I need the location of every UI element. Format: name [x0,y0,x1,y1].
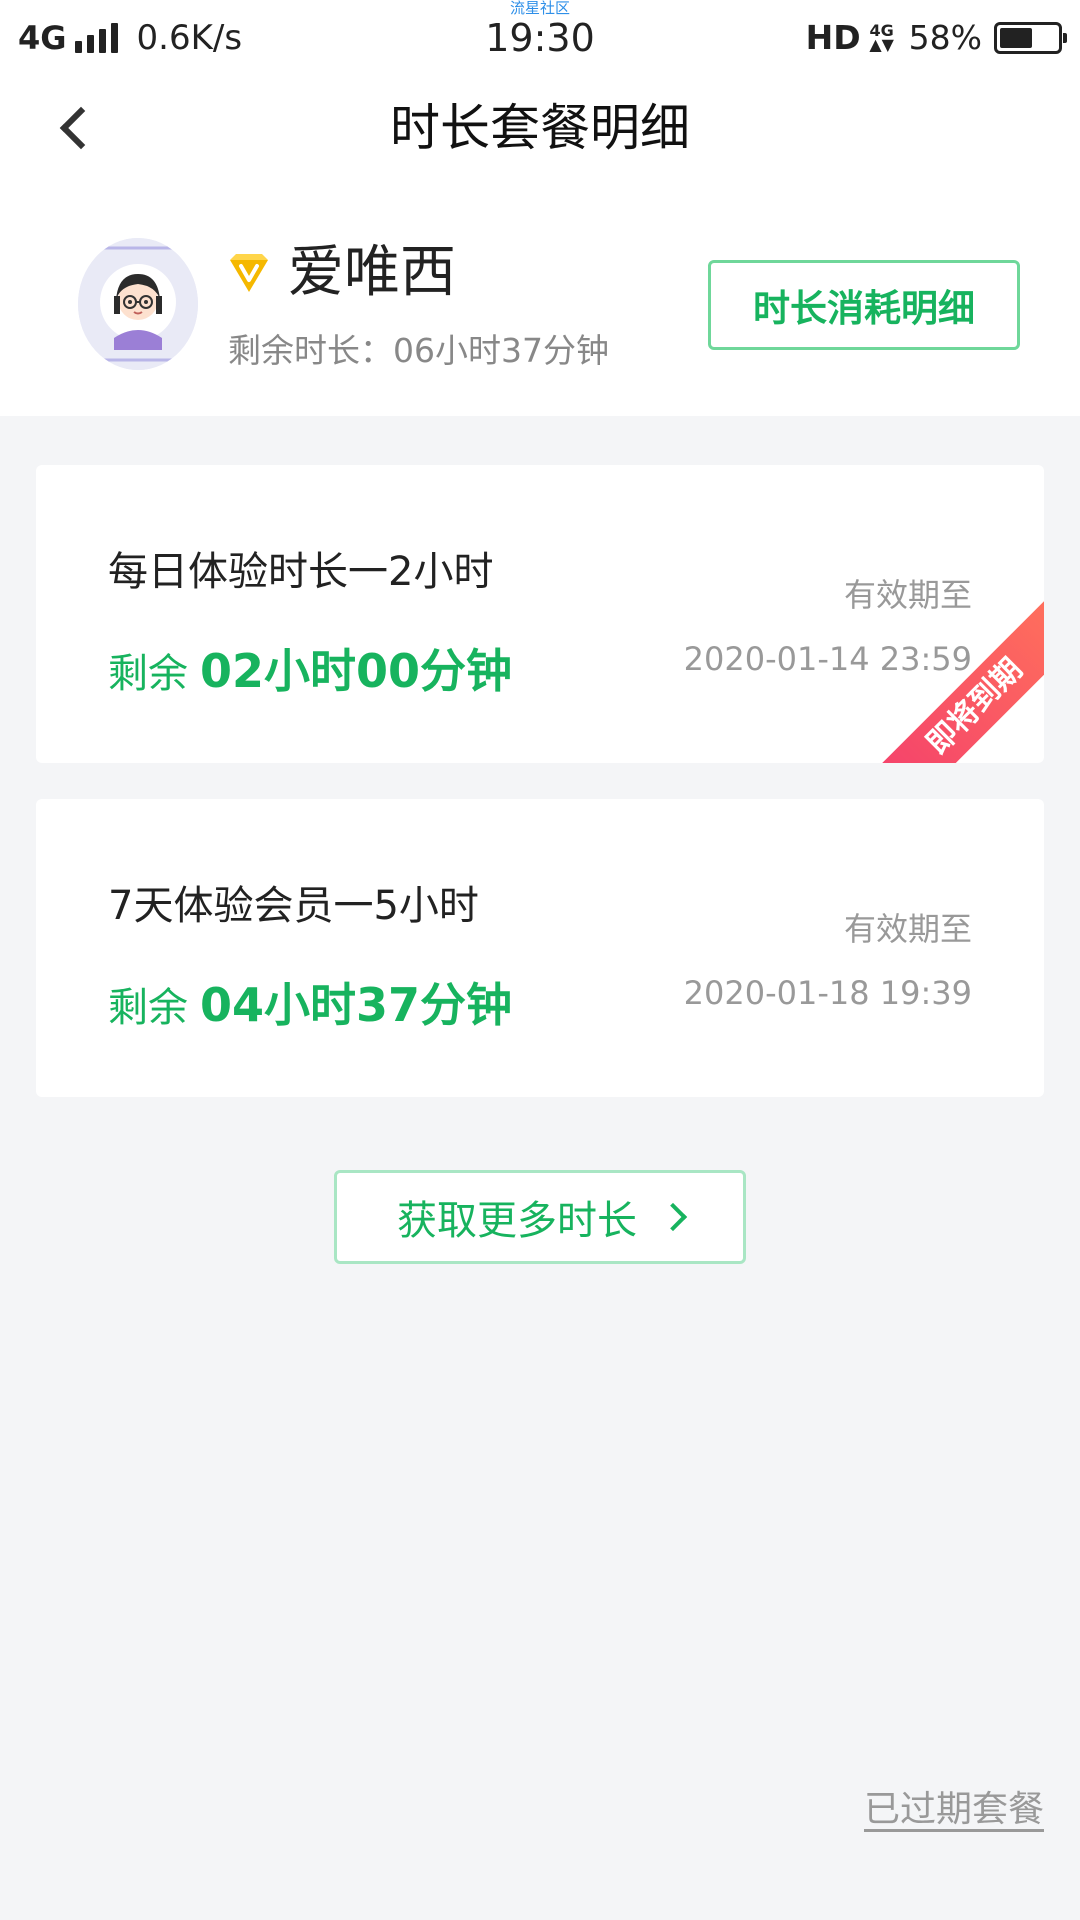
data-4g-icon: 4G ▲▼ [869,20,894,54]
status-bar: 4G 0.6K/s 流星社区 19:30 HD 4G ▲▼ 58% [0,0,1080,78]
user-header: 爱唯西 剩余时长：06小时37分钟 时长消耗明细 [0,178,1080,416]
valid-date: 2020-01-18 19:39 [683,974,972,1012]
battery-icon [994,21,1067,54]
valid-date: 2020-01-14 23:59 [683,640,972,678]
package-title: 每日体验时长一2小时 [108,549,494,595]
expiring-badge: 即将到期 [868,600,1044,763]
nav-bar: 时长套餐明细 [0,78,1080,178]
total-remaining: 剩余时长：06小时37分钟 [228,331,609,370]
avatar [78,238,198,370]
expired-packages-link[interactable]: 已过期套餐 [864,1780,1044,1832]
avatar-girl-icon [78,238,198,370]
consume-detail-button[interactable]: 时长消耗明细 [708,260,1020,350]
package-title: 7天体验会员一5小时 [108,883,479,929]
remaining-value: 04小时37分钟 [200,978,513,1032]
vip-diamond-icon [230,254,268,292]
package-card: 每日体验时长一2小时 剩余 02小时00分钟 有效期至 2020-01-14 2… [36,465,1044,763]
watermark: 流星社区 [509,0,570,17]
status-right: HD 4G ▲▼ 58% [805,18,1067,57]
remaining-value: 02小时00分钟 [200,644,513,698]
valid-label: 有效期至 [843,576,972,614]
battery-percent: 58% [908,18,982,57]
hd-indicator: HD [805,18,861,57]
screen: 4G 0.6K/s 流星社区 19:30 HD 4G▲▼ 58% 时长套餐明细 [0,0,1080,1920]
package-remaining: 剩余 02小时00分钟 [108,635,512,701]
package-card: 7天体验会员一5小时 剩余 04小时37分钟 有效期至 2020-01-18 1… [36,799,1044,1097]
valid-label: 有效期至 [843,910,972,948]
chevron-right-icon [658,1202,688,1232]
user-name: 爱唯西 [288,240,456,305]
remaining-prefix: 剩余 [108,985,188,1031]
remaining-prefix: 剩余 [108,651,188,697]
get-more-time-button[interactable]: 获取更多时长 [334,1170,746,1264]
package-remaining: 剩余 04小时37分钟 [108,969,512,1035]
page-title: 时长套餐明细 [390,99,690,157]
get-more-label: 获取更多时长 [397,1198,637,1244]
